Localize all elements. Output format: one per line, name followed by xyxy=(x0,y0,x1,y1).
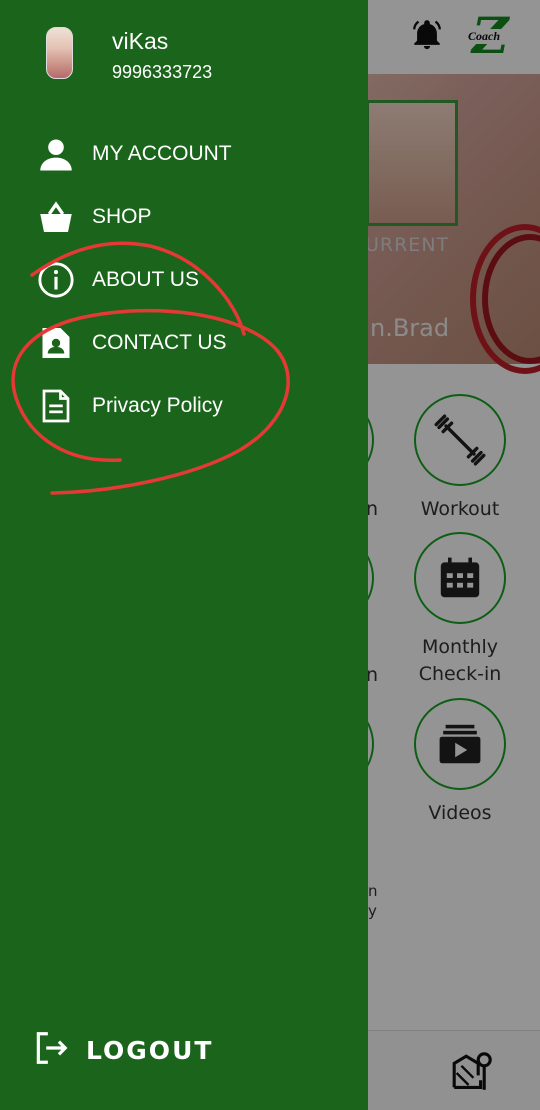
logout-button[interactable]: LOGOUT xyxy=(32,1028,213,1072)
contact-card-icon xyxy=(36,323,76,363)
user-name: viKas xyxy=(112,28,169,54)
menu-item-label: MY ACCOUNT xyxy=(92,142,232,165)
menu-item-my-account[interactable]: MY ACCOUNT xyxy=(36,132,336,176)
menu-item-label: CONTACT US xyxy=(92,331,227,354)
logout-icon xyxy=(32,1029,70,1072)
user-phone: 9996333723 xyxy=(112,62,213,82)
menu-item-contact-us[interactable]: CONTACT US xyxy=(36,321,336,365)
menu-item-label: Privacy Policy xyxy=(92,394,223,417)
document-icon xyxy=(36,386,76,426)
info-icon xyxy=(36,260,76,300)
navigation-drawer: viKas 9996333723 MY ACCOUNT SHOP ABOUT U… xyxy=(0,0,368,1110)
basket-icon xyxy=(36,197,76,237)
avatar[interactable] xyxy=(46,27,73,79)
menu-item-label: SHOP xyxy=(92,205,152,228)
menu-item-privacy-policy[interactable]: Privacy Policy xyxy=(36,384,336,428)
person-icon xyxy=(36,134,76,174)
menu-item-about-us[interactable]: ABOUT US xyxy=(36,258,336,302)
menu-item-label: ABOUT US xyxy=(92,268,199,291)
menu-item-shop[interactable]: SHOP xyxy=(36,195,336,239)
logout-label: LOGOUT xyxy=(86,1035,214,1065)
